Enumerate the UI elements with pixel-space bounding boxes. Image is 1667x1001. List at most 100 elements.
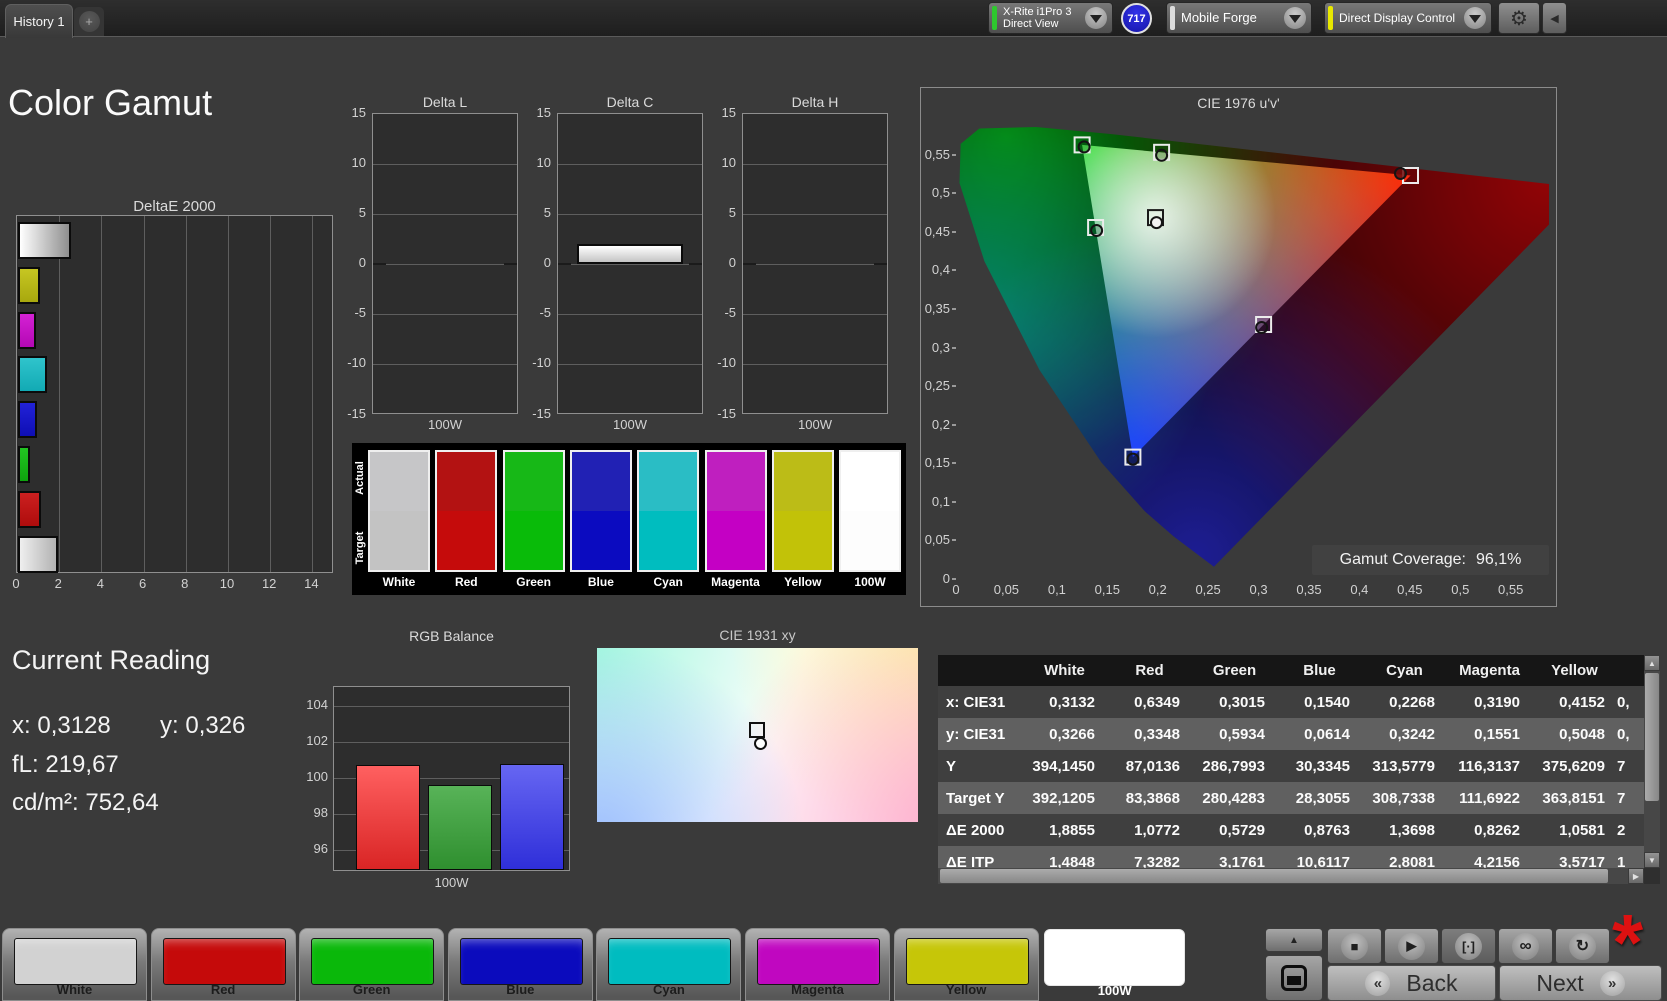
single-measure-button[interactable]: [·]: [1441, 928, 1496, 964]
delta-chart-title: Delta C: [606, 94, 654, 110]
swatch-actual: [706, 452, 765, 511]
table-cell: 363,8151: [1542, 789, 1605, 807]
patch-button-yellow[interactable]: Yellow: [893, 928, 1039, 1001]
next-button[interactable]: Next »: [1499, 965, 1662, 1001]
table-cell: 392,1205: [1032, 789, 1095, 807]
collapse-panel-button[interactable]: ◀: [1542, 2, 1567, 34]
tick-mark: [952, 153, 956, 156]
source-label: Mobile Forge: [1181, 10, 1257, 25]
delta-y-tick: 10: [536, 155, 551, 171]
delta-gridline: [743, 164, 887, 166]
delta-y-tick: 5: [543, 205, 551, 221]
measured-point-yellow: [1155, 148, 1169, 162]
deltae-x-tick: 14: [304, 576, 319, 591]
zero-mark: [743, 263, 756, 266]
settings-button[interactable]: ⚙: [1498, 2, 1540, 34]
delta-y-tick: -10: [717, 355, 736, 371]
add-tab-button[interactable]: +: [74, 7, 104, 36]
patch-button-white[interactable]: White: [2, 928, 147, 1001]
measured-point-magenta: [1255, 321, 1269, 334]
table-hscrollbar-thumb[interactable]: [940, 869, 1608, 883]
meter-count-badge: 717: [1121, 3, 1152, 34]
rgb-y-tick: 104: [306, 697, 328, 712]
table-body: x: CIE31 0,3132 0,6349 0,3015 0,1540 0,2268 0,…: [938, 686, 1644, 868]
continuous-measure-button[interactable]: ∞: [1498, 928, 1553, 964]
current-reading-cdm2: cd/m²: 752,64: [12, 789, 159, 816]
patch-label: White: [56, 982, 93, 997]
pattern-up-button[interactable]: ▲: [1265, 928, 1323, 952]
table-header-cell: Yellow: [1551, 662, 1598, 679]
scroll-down-button[interactable]: ▼: [1644, 852, 1660, 868]
cie1976-x-tick: 0,05: [993, 582, 1020, 597]
refresh-button[interactable]: ↻: [1555, 928, 1610, 964]
table-cell: 3,5717: [1559, 853, 1605, 869]
tick-mark: [952, 500, 956, 503]
display-control-dropdown[interactable]: Direct Display Control: [1324, 2, 1492, 34]
patch-button-100w[interactable]: 100W: [1042, 928, 1187, 1001]
cie1976-y-tick: 0,35: [924, 300, 950, 316]
cie1976-diagram: [956, 116, 1549, 579]
table-cell: 0,3348: [1134, 725, 1180, 743]
scroll-up-button[interactable]: ▲: [1644, 655, 1660, 671]
meter-dropdown[interactable]: X-Rite i1Pro 3 Direct View: [988, 2, 1113, 34]
scroll-right-button[interactable]: ▶: [1628, 868, 1644, 884]
tick-mark: [952, 346, 956, 349]
patch-button-magenta[interactable]: Magenta: [745, 928, 890, 1001]
delta-gridline: [373, 214, 517, 216]
swatch-label: Cyan: [653, 575, 683, 589]
swatch-label: Yellow: [784, 575, 822, 589]
stop-button[interactable]: ■: [1327, 928, 1382, 964]
tab-history-1[interactable]: History 1: [5, 4, 73, 38]
current-reading-title: Current Reading: [12, 645, 211, 675]
tick-mark: [952, 307, 956, 310]
table-cell: 286,7993: [1202, 757, 1265, 775]
table-cell: 0,3242: [1389, 725, 1435, 743]
swatch-red: [435, 450, 498, 572]
swatch-green: [502, 450, 565, 572]
calman-color-gamut-app: History 1 + X-Rite i1Pro 3 Direct View 71…: [0, 0, 1667, 1001]
pattern-window-button[interactable]: [1265, 955, 1323, 1001]
measured-point-cyan: [1090, 224, 1104, 237]
patch-label: Yellow: [945, 982, 987, 997]
delta-y-tick: 15: [721, 105, 736, 120]
zero-mark: [373, 263, 386, 266]
delta-y-tick: -15: [717, 405, 736, 421]
swatch-target: [773, 511, 832, 570]
table-cell: 375,6209: [1542, 757, 1605, 775]
table-vscrollbar-thumb[interactable]: [1645, 673, 1659, 801]
table-cell: 1,8855: [1049, 821, 1095, 839]
patch-button-blue[interactable]: Blue: [447, 928, 593, 1001]
swatch-actual: [841, 452, 900, 511]
delta-gridline: [558, 264, 702, 266]
patch-button-green[interactable]: Green: [299, 928, 445, 1001]
tick-mark: [952, 578, 956, 580]
swatch-yellow: [771, 450, 834, 572]
infinity-icon: ∞: [1512, 932, 1539, 960]
deltae-x-tick: 12: [261, 576, 277, 591]
plus-icon: +: [78, 11, 100, 32]
table-cell: 0,0614: [1304, 725, 1350, 743]
table-cell: 394,1450: [1032, 757, 1095, 775]
patch-button-cyan[interactable]: Cyan: [596, 928, 742, 1001]
deltae-x-tick: 6: [138, 576, 147, 591]
delta-chart-delta-l: [372, 113, 518, 414]
deltae-x-tick: 8: [181, 576, 189, 591]
source-dropdown[interactable]: Mobile Forge: [1166, 2, 1312, 34]
back-button[interactable]: « Back: [1327, 965, 1496, 1001]
patch-button-red[interactable]: Red: [150, 928, 296, 1001]
table-cell-clipped: 7: [1617, 789, 1626, 807]
rgb-y-tick: 100: [306, 769, 328, 784]
table-cell: 0,1551: [1474, 725, 1520, 743]
table-cell-clipped: 2: [1617, 821, 1626, 839]
play-button[interactable]: ▶: [1384, 928, 1439, 964]
table-row-label: ΔE 2000: [946, 821, 1005, 839]
meter-line2: Direct View: [1003, 18, 1059, 30]
table-row-label: Y: [946, 757, 957, 775]
table-header-cell: Blue: [1303, 662, 1336, 679]
meter-status-stripe: [992, 6, 997, 30]
cie1976-x-tick: 0,4: [1350, 582, 1369, 597]
table-cell: 0,1540: [1304, 693, 1350, 711]
gamut-coverage-badge: Gamut Coverage: 96,1%: [1312, 545, 1549, 575]
table-header-cell: White: [1044, 662, 1085, 679]
delta-y-tick: -5: [724, 305, 736, 321]
